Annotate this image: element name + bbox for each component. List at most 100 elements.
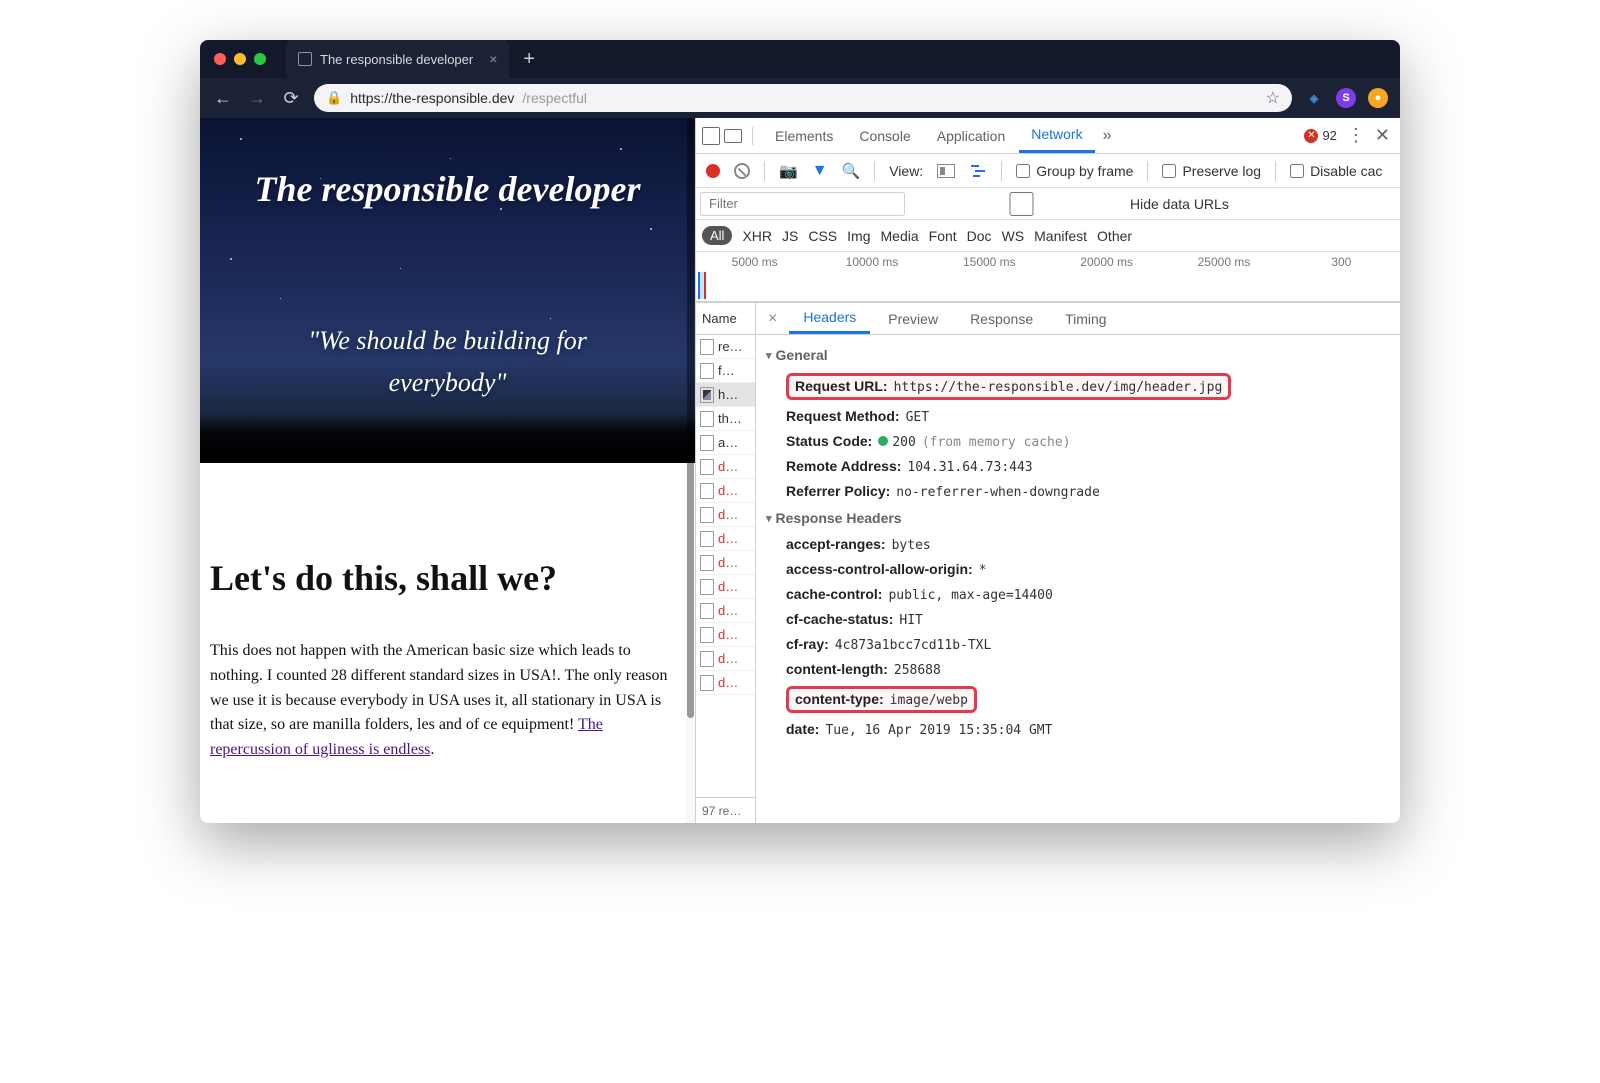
- request-row[interactable]: d…: [696, 551, 755, 575]
- minimize-window-button[interactable]: [234, 53, 246, 65]
- type-doc[interactable]: Doc: [967, 228, 992, 244]
- clear-button[interactable]: [734, 163, 750, 179]
- highlighted-content-type: content-type:image/webp: [786, 686, 977, 713]
- waterfall-icon[interactable]: [969, 164, 987, 178]
- header-row: cf-cache-status:HIT: [766, 607, 1390, 632]
- response-headers-section[interactable]: Response Headers: [766, 504, 1390, 532]
- extension-o-icon[interactable]: ●: [1368, 88, 1388, 108]
- request-row[interactable]: d…: [696, 599, 755, 623]
- inspect-tools: [702, 127, 753, 145]
- request-row[interactable]: d…: [696, 575, 755, 599]
- article: Let's do this, shall we? This does not h…: [200, 463, 695, 763]
- type-font[interactable]: Font: [929, 228, 957, 244]
- large-rows-icon[interactable]: [937, 164, 955, 178]
- request-row[interactable]: d…: [696, 647, 755, 671]
- close-window-button[interactable]: [214, 53, 226, 65]
- type-media[interactable]: Media: [881, 228, 919, 244]
- group-by-frame-checkbox[interactable]: Group by frame: [1016, 163, 1133, 179]
- screenshot-icon[interactable]: 📷: [779, 162, 798, 180]
- header-row-content-type: content-type:image/webp: [766, 682, 1390, 717]
- url-path: /respectful: [522, 90, 587, 106]
- tab-preview[interactable]: Preview: [874, 303, 952, 334]
- details-close-icon[interactable]: ×: [760, 310, 785, 328]
- tab-application[interactable]: Application: [925, 118, 1018, 153]
- timeline-selection[interactable]: [698, 272, 706, 299]
- type-xhr[interactable]: XHR: [742, 228, 772, 244]
- element-picker-icon[interactable]: [702, 127, 720, 145]
- timeline-ticks: 5000 ms 10000 ms 15000 ms 20000 ms 25000…: [696, 252, 1400, 269]
- tab-console[interactable]: Console: [847, 118, 922, 153]
- request-row[interactable]: d…: [696, 503, 755, 527]
- disable-cache-checkbox[interactable]: Disable cac: [1290, 163, 1382, 179]
- hide-data-urls-checkbox[interactable]: Hide data URLs: [919, 192, 1229, 216]
- devtools-close-icon[interactable]: ✕: [1375, 125, 1390, 146]
- tab-response[interactable]: Response: [956, 303, 1047, 334]
- general-section[interactable]: General: [766, 341, 1390, 369]
- request-row[interactable]: th…: [696, 407, 755, 431]
- request-row[interactable]: d…: [696, 527, 755, 551]
- request-row-selected[interactable]: h…: [696, 383, 755, 407]
- browser-tab[interactable]: The responsible developer ×: [286, 40, 509, 78]
- address-bar[interactable]: 🔒 https://the-responsible.dev/respectful…: [314, 84, 1292, 112]
- request-row[interactable]: d…: [696, 455, 755, 479]
- article-heading: Let's do this, shall we?: [210, 557, 685, 599]
- devtools: Elements Console Application Network » ✕…: [695, 118, 1400, 823]
- request-row[interactable]: d…: [696, 671, 755, 695]
- record-button[interactable]: [706, 164, 720, 178]
- article-paragraph: This does not happen with the American b…: [210, 639, 685, 763]
- referrer-policy-row: Referrer Policy:no-referrer-when-downgra…: [766, 479, 1390, 504]
- filter-row: Hide data URLs: [696, 188, 1400, 220]
- header-row: accept-ranges:bytes: [766, 532, 1390, 557]
- browser-window: The responsible developer × + ← → ⟳ 🔒 ht…: [200, 40, 1400, 823]
- treeline-silhouette: [200, 413, 695, 463]
- bookmark-icon[interactable]: ☆: [1266, 88, 1280, 108]
- header-row: cf-ray:4c873a1bcc7cd11b-TXL: [766, 632, 1390, 657]
- close-tab-icon[interactable]: ×: [489, 51, 497, 67]
- status-code-row: Status Code:200(from memory cache): [766, 429, 1390, 454]
- name-column-header[interactable]: Name: [696, 303, 755, 335]
- request-method-row: Request Method:GET: [766, 404, 1390, 429]
- shield-icon[interactable]: ◈: [1304, 88, 1324, 108]
- type-manifest[interactable]: Manifest: [1034, 228, 1087, 244]
- request-row[interactable]: re…: [696, 335, 755, 359]
- search-icon[interactable]: 🔍: [842, 162, 861, 180]
- maximize-window-button[interactable]: [254, 53, 266, 65]
- preserve-log-checkbox[interactable]: Preserve log: [1162, 163, 1261, 179]
- header-row: cache-control:public, max-age=14400: [766, 582, 1390, 607]
- error-count[interactable]: ✕92: [1304, 128, 1336, 143]
- type-other[interactable]: Other: [1097, 228, 1132, 244]
- titlebar: The responsible developer × +: [200, 40, 1400, 78]
- hero-quote: "We should be building for everybody": [200, 320, 695, 403]
- tab-headers[interactable]: Headers: [789, 303, 870, 334]
- reload-button[interactable]: ⟳: [280, 88, 302, 109]
- tab-network[interactable]: Network: [1019, 118, 1094, 153]
- new-tab-button[interactable]: +: [523, 48, 535, 71]
- timeline[interactable]: 5000 ms 10000 ms 15000 ms 20000 ms 25000…: [696, 252, 1400, 302]
- back-button[interactable]: ←: [212, 88, 234, 109]
- remote-address-row: Remote Address:104.31.64.73:443: [766, 454, 1390, 479]
- type-ws[interactable]: WS: [1002, 228, 1025, 244]
- details-body: General Request URL: https://the-respons…: [756, 335, 1400, 823]
- forward-button[interactable]: →: [246, 88, 268, 109]
- webpage: The responsible developer "We should be …: [200, 118, 695, 823]
- request-url-row: Request URL: https://the-responsible.dev…: [766, 369, 1390, 404]
- type-all[interactable]: All: [702, 226, 732, 245]
- type-css[interactable]: CSS: [808, 228, 837, 244]
- request-row[interactable]: a…: [696, 431, 755, 455]
- more-tabs-icon[interactable]: »: [1097, 127, 1118, 145]
- type-img[interactable]: Img: [847, 228, 870, 244]
- tab-timing[interactable]: Timing: [1051, 303, 1121, 334]
- extension-s-icon[interactable]: S: [1336, 88, 1356, 108]
- device-toolbar-icon[interactable]: [724, 129, 742, 143]
- devtools-menu-icon[interactable]: ⋮: [1347, 125, 1365, 146]
- request-row[interactable]: d…: [696, 623, 755, 647]
- request-row[interactable]: d…: [696, 479, 755, 503]
- tab-elements[interactable]: Elements: [763, 118, 845, 153]
- filter-input[interactable]: [700, 192, 905, 216]
- type-js[interactable]: JS: [782, 228, 798, 244]
- details-tabs: × Headers Preview Response Timing: [756, 303, 1400, 335]
- filter-toggle-icon[interactable]: ▼: [812, 162, 828, 180]
- header-row: content-length:258688: [766, 657, 1390, 682]
- page-scrollbar[interactable]: [686, 118, 695, 823]
- request-row[interactable]: f…: [696, 359, 755, 383]
